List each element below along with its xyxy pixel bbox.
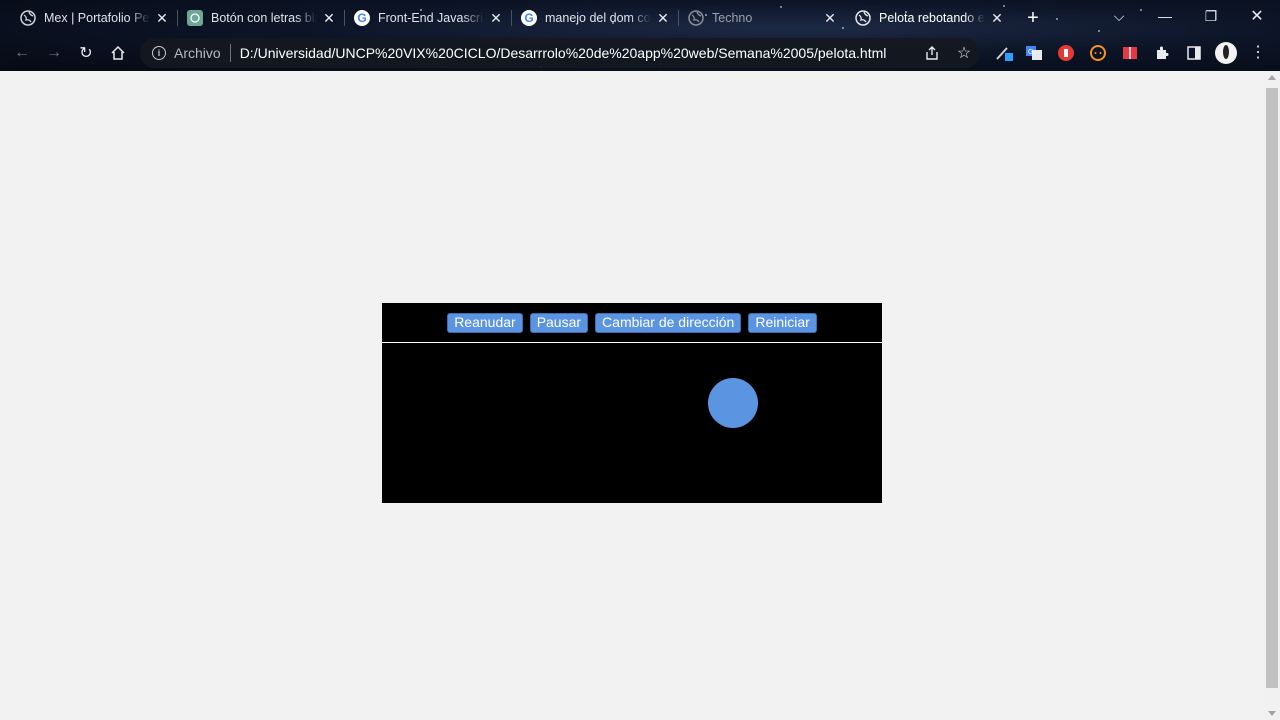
close-icon[interactable]: ✕ <box>822 10 838 26</box>
ball-canvas <box>382 344 882 503</box>
close-icon[interactable]: ✕ <box>154 10 170 26</box>
arrow-right-icon: → <box>46 44 62 61</box>
tab-mex-portafolio[interactable]: Mex | Portafolio Per ✕ <box>20 4 170 32</box>
change-direction-button[interactable]: Cambiar de dirección <box>595 312 742 333</box>
arrow-left-icon: ← <box>14 44 30 61</box>
new-tab-button[interactable]: + <box>1022 4 1044 32</box>
globe-icon <box>688 10 704 26</box>
scroll-thumb[interactable] <box>1266 88 1278 688</box>
profile-avatar[interactable] <box>1214 41 1238 65</box>
address-bar[interactable]: i Archivo D:/Universidad/UNCP%20VIX%20CI… <box>140 38 980 68</box>
google-icon: G <box>354 10 370 26</box>
toolbar: ← → ↻ i Archivo D:/Universidad/UNCP%20VI… <box>0 36 1280 70</box>
translate-extension-icon[interactable]: G <box>1024 43 1044 63</box>
close-icon[interactable]: ✕ <box>989 10 1005 26</box>
adblock-extension-icon[interactable] <box>1056 43 1076 63</box>
google-icon: G <box>521 10 537 26</box>
side-panel-icon[interactable] <box>1184 43 1204 63</box>
pause-button[interactable]: Pausar <box>529 312 589 333</box>
scroll-down-arrow-icon[interactable] <box>1268 711 1276 716</box>
svg-text:G: G <box>1028 49 1033 56</box>
home-icon <box>111 45 125 60</box>
tab-title: Techno <box>712 11 753 25</box>
tab-front-end-javascript[interactable]: G Front-End Javascript ✕ <box>354 4 504 32</box>
close-icon[interactable]: ✕ <box>488 10 504 26</box>
tab-pelota-rebotando[interactable]: Pelota rebotando e ✕ <box>855 4 1005 32</box>
extensions-puzzle-icon[interactable] <box>1152 43 1172 63</box>
ball <box>708 378 758 428</box>
resume-button[interactable]: Reanudar <box>447 312 523 333</box>
pen-extension-icon[interactable] <box>994 43 1014 63</box>
reload-icon: ↻ <box>79 45 93 62</box>
close-icon[interactable]: ✕ <box>321 10 337 26</box>
chevron-down-icon: ⌵ <box>1113 7 1125 24</box>
reader-extension-icon[interactable] <box>1120 43 1140 63</box>
scheme-label: Archivo <box>174 45 221 61</box>
plus-icon: + <box>1027 6 1039 29</box>
tab-search-button[interactable]: ⌵ <box>1104 4 1134 28</box>
restore-button[interactable]: ❐ <box>1196 4 1226 28</box>
tab-boton-letras[interactable]: Botón con letras bla ✕ <box>187 4 337 32</box>
close-icon[interactable]: ✕ <box>655 10 671 26</box>
back-button[interactable]: ← <box>10 41 34 65</box>
tab-strip: Mex | Portafolio Per ✕ Botón con letras … <box>0 0 1280 34</box>
close-icon: ✕ <box>1250 8 1264 25</box>
bookmark-star-icon[interactable]: ☆ <box>954 43 974 63</box>
reload-button[interactable]: ↻ <box>74 41 98 65</box>
minimize-icon: — <box>1158 8 1172 24</box>
forward-button[interactable]: → <box>42 41 66 65</box>
share-icon[interactable] <box>922 43 942 63</box>
tab-title: Mex | Portafolio Per <box>44 11 150 25</box>
restart-button[interactable]: Reiniciar <box>748 312 817 333</box>
controls-bar: Reanudar Pausar Cambiar de dirección Rei… <box>382 303 882 343</box>
restore-icon: ❐ <box>1204 7 1218 24</box>
info-icon[interactable]: i <box>152 46 166 60</box>
url-text[interactable]: D:/Universidad/UNCP%20VIX%20CICLO/Desarr… <box>240 45 887 61</box>
minimize-button[interactable]: — <box>1150 4 1180 28</box>
tab-manejo-del-dom[interactable]: G manejo del dom co ✕ <box>521 4 671 32</box>
tab-title: Front-End Javascript <box>378 11 484 25</box>
browser-chrome: Mex | Portafolio Per ✕ Botón con letras … <box>0 0 1280 71</box>
bouncing-ball-container: Reanudar Pausar Cambiar de dirección Rei… <box>382 303 882 503</box>
menu-kebab-icon[interactable]: ⋮ <box>1248 43 1268 63</box>
tab-title: Botón con letras bla <box>211 11 317 25</box>
page-viewport: Reanudar Pausar Cambiar de dirección Rei… <box>0 71 1264 720</box>
vertical-scrollbar[interactable] <box>1264 71 1280 720</box>
scroll-up-arrow-icon[interactable] <box>1268 75 1276 80</box>
home-button[interactable] <box>106 41 130 65</box>
chatgpt-icon <box>187 10 203 26</box>
tab-techno[interactable]: Techno ✕ <box>688 4 838 32</box>
close-window-button[interactable]: ✕ <box>1242 4 1272 28</box>
globe-icon <box>855 10 871 26</box>
chat-extension-icon[interactable] <box>1088 43 1108 63</box>
tab-title: Pelota rebotando e <box>879 11 985 25</box>
tab-title: manejo del dom co <box>545 11 651 25</box>
globe-icon <box>20 10 36 26</box>
